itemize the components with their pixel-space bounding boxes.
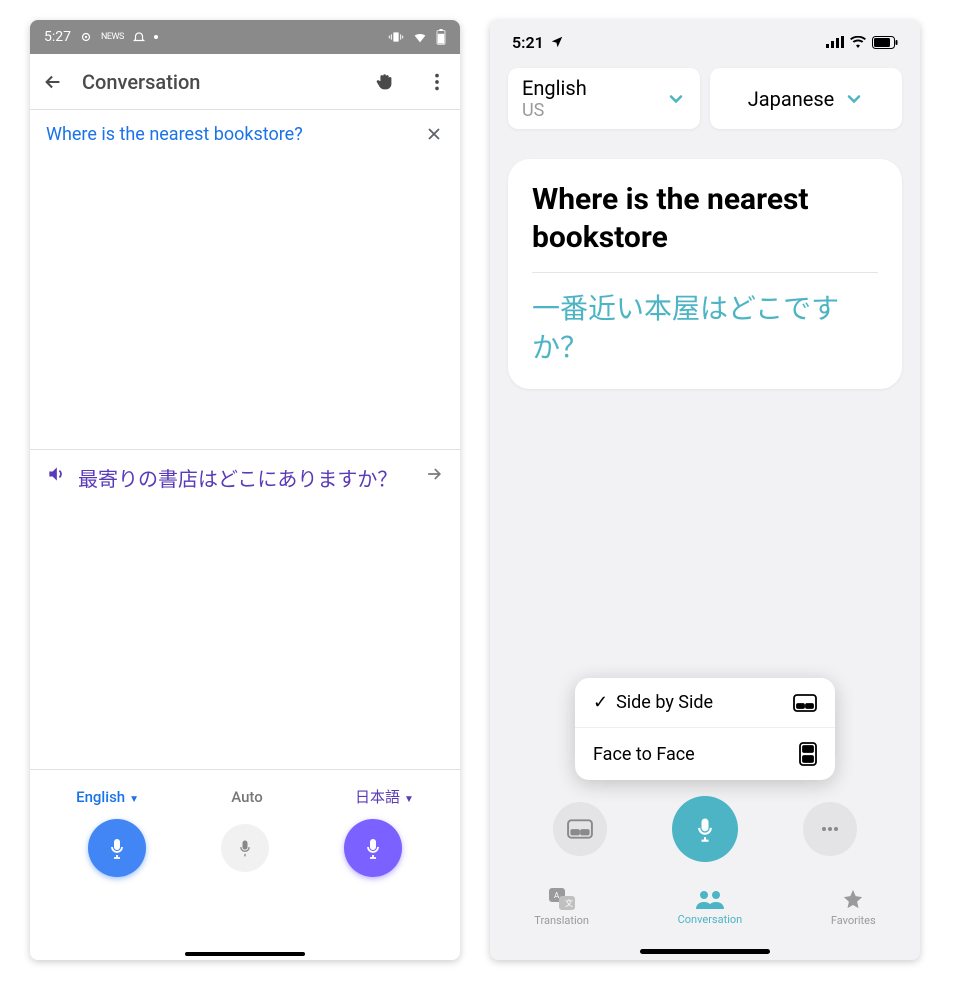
tab-label: Favorites — [831, 914, 876, 927]
popup-item-face-to-face[interactable]: Face to Face — [575, 727, 835, 780]
wifi-icon — [412, 29, 428, 45]
news-icon: NEWS — [101, 32, 124, 42]
language-selectors: English US Japanese — [490, 64, 920, 143]
translated-text: 最寄りの書店はどこにありますか？ — [78, 464, 412, 494]
app-bar: Conversation — [30, 54, 460, 110]
svg-text:A: A — [554, 891, 560, 900]
tab-favorites[interactable]: Favorites — [831, 888, 876, 927]
translated-text-area[interactable]: 最寄りの書店はどこにありますか？ — [30, 450, 460, 770]
tab-label: Translation — [534, 914, 589, 927]
arrow-right-icon[interactable] — [424, 464, 444, 484]
bottom-actions — [490, 796, 920, 862]
popup-item-side-by-side[interactable]: ✓ Side by Side — [575, 678, 835, 727]
view-mode-popup: ✓ Side by Side Face to Face — [575, 678, 835, 780]
more-options-button[interactable] — [803, 802, 857, 856]
chevron-down-icon — [666, 89, 686, 109]
mic-row — [30, 807, 460, 897]
home-indicator — [640, 949, 770, 954]
svg-text:文: 文 — [565, 898, 573, 908]
ios-phone: 5:21 English US — [490, 20, 920, 960]
tab-translation[interactable]: A文 Translation — [534, 888, 589, 927]
source-lang-sublabel: US — [522, 100, 587, 121]
status-time: 5:27 — [44, 29, 71, 45]
face-to-face-icon — [799, 742, 817, 766]
battery-icon — [872, 36, 898, 49]
popup-item-label: Face to Face — [593, 744, 695, 765]
translation-bubble[interactable]: Where is the nearest bookstore 一番近い本屋はどこ… — [508, 159, 902, 389]
popup-item-label: Side by Side — [616, 692, 713, 713]
language-row: English▼ Auto 日本語▼ — [30, 770, 460, 807]
hand-icon[interactable] — [374, 71, 396, 93]
status-time: 5:21 — [512, 33, 544, 52]
dot-icon — [154, 35, 158, 39]
nav-pill — [185, 952, 305, 956]
ios-statusbar: 5:21 — [490, 20, 920, 64]
page-title: Conversation — [82, 70, 356, 94]
source-text: Where is the nearest bookstore? — [46, 124, 444, 145]
auto-language-button[interactable]: Auto — [231, 788, 263, 806]
checkmark-icon: ✓ — [593, 692, 608, 713]
more-vert-icon[interactable] — [426, 71, 448, 93]
bell-icon — [132, 30, 146, 44]
vibrate-icon — [388, 29, 404, 45]
android-statusbar: 5:27 NEWS — [30, 20, 460, 54]
back-arrow-icon[interactable] — [42, 71, 64, 93]
chevron-down-icon — [844, 89, 864, 109]
mic-source-button[interactable] — [88, 819, 146, 877]
wifi-icon — [850, 36, 866, 48]
source-language-selector[interactable]: English US — [508, 68, 700, 129]
source-lang-label: English — [522, 76, 587, 100]
bubble-divider — [532, 272, 878, 273]
speaker-icon[interactable] — [46, 464, 66, 484]
target-language-selector[interactable]: Japanese — [710, 68, 902, 129]
bubble-target-text: 一番近い本屋はどこですか？ — [532, 289, 878, 367]
source-language-button[interactable]: English▼ — [76, 788, 139, 806]
gear-icon — [79, 30, 93, 44]
tab-conversation[interactable]: Conversation — [678, 889, 743, 926]
source-text-area[interactable]: Where is the nearest bookstore? — [30, 110, 460, 450]
target-language-button[interactable]: 日本語▼ — [355, 786, 414, 807]
view-mode-button[interactable] — [553, 802, 607, 856]
battery-icon — [436, 29, 446, 45]
tab-label: Conversation — [678, 913, 743, 926]
android-phone: 5:27 NEWS Conversation — [30, 20, 460, 960]
mic-target-button[interactable] — [344, 819, 402, 877]
clear-icon[interactable] — [424, 124, 444, 144]
location-arrow-icon — [550, 35, 564, 49]
target-lang-label: Japanese — [748, 87, 835, 111]
signal-icon — [826, 36, 844, 48]
tab-bar: A文 Translation Conversation Favorites — [490, 872, 920, 942]
side-by-side-icon — [793, 694, 817, 712]
mic-button[interactable] — [672, 796, 738, 862]
mic-auto-button[interactable] — [221, 824, 269, 872]
bubble-source-text: Where is the nearest bookstore — [532, 181, 878, 256]
